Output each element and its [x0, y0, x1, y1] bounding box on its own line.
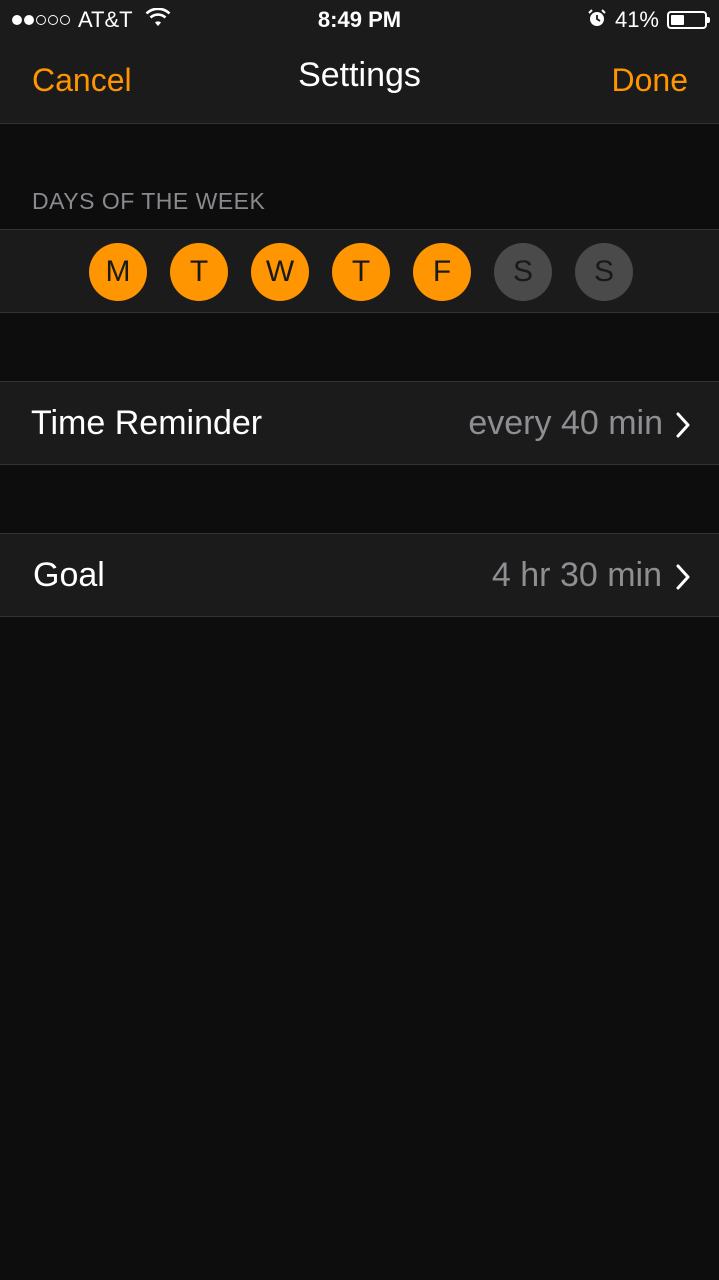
day-selector: MTWTFSS	[89, 243, 633, 301]
navigation-bar: Cancel Settings Done	[0, 40, 719, 124]
chevron-right-icon	[675, 412, 691, 443]
days-section-header: DAYS OF THE WEEK	[32, 188, 266, 214]
day-toggle[interactable]: S	[494, 243, 552, 301]
day-toggle[interactable]: M	[89, 243, 147, 301]
time-reminder-label: Time Reminder	[31, 404, 263, 442]
time-reminder-cell[interactable]: Time Reminder every 40 min	[0, 381, 719, 465]
goal-value: 4 hr 30 min	[491, 556, 662, 594]
status-right: 41%	[587, 7, 710, 33]
day-toggle[interactable]: T	[170, 243, 228, 301]
time-reminder-value: every 40 min	[468, 404, 663, 442]
day-toggle[interactable]: W	[251, 243, 309, 301]
alarm-icon	[587, 8, 607, 33]
done-button[interactable]: Done	[612, 62, 689, 99]
goal-label: Goal	[33, 556, 105, 594]
day-toggle[interactable]: T	[332, 243, 390, 301]
battery-icon	[667, 11, 710, 29]
days-of-week-row: MTWTFSS	[0, 229, 719, 313]
goal-cell[interactable]: Goal 4 hr 30 min	[0, 533, 719, 617]
day-toggle[interactable]: F	[413, 243, 471, 301]
battery-percent: 41%	[614, 7, 659, 32]
chevron-right-icon	[675, 564, 691, 595]
status-bar: AT&T 8:49 PM 41%	[0, 0, 719, 40]
day-toggle[interactable]: S	[575, 243, 633, 301]
